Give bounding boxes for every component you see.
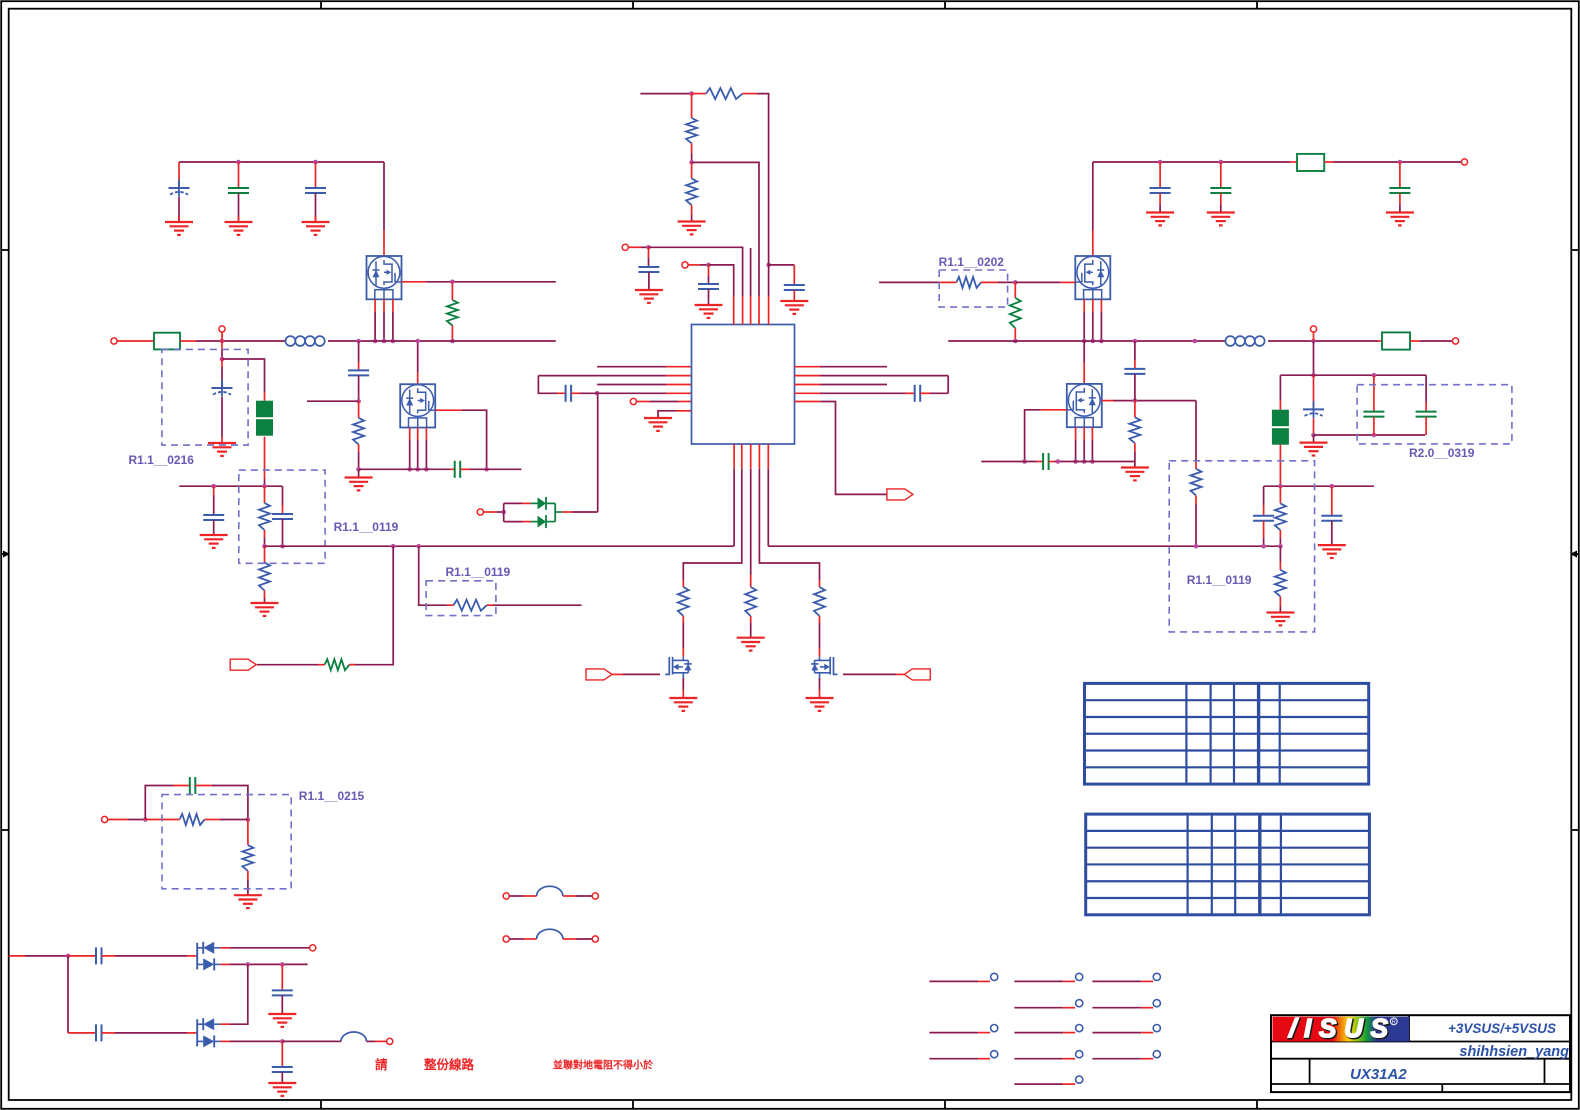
- svg-text:R: R: [1392, 1020, 1396, 1026]
- svg-text:並聯對地電阻不得小於: 並聯對地電阻不得小於: [553, 1059, 654, 1072]
- svg-text:UX31A2: UX31A2: [1350, 1066, 1407, 1083]
- svg-text:R1.1__0216: R1.1__0216: [129, 453, 195, 467]
- svg-text:R1.1__0119: R1.1__0119: [1187, 573, 1252, 587]
- svg-text:R1.1__0215: R1.1__0215: [299, 789, 365, 803]
- svg-text:R1.1__0119: R1.1__0119: [334, 520, 399, 534]
- svg-text:R1.1__0202: R1.1__0202: [939, 255, 1005, 269]
- svg-text:R1.1__0119: R1.1__0119: [446, 565, 511, 579]
- svg-text:+3VSUS/+5VSUS: +3VSUS/+5VSUS: [1448, 1021, 1556, 1036]
- svg-text:請: 請: [375, 1057, 388, 1072]
- svg-text:R2.0__0319: R2.0__0319: [1409, 446, 1475, 460]
- svg-text:整份線路: 整份線路: [424, 1057, 475, 1072]
- svg-text:shihhsien_yang: shihhsien_yang: [1459, 1044, 1569, 1060]
